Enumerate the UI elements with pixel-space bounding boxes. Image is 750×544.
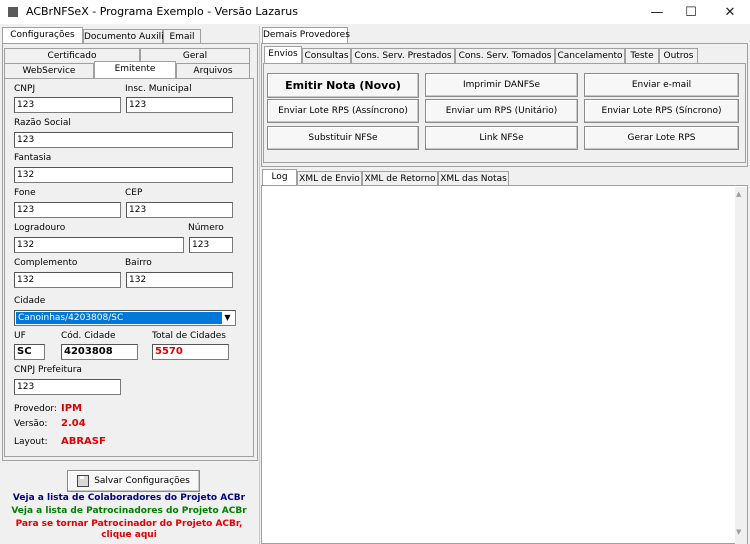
complemento-label: Complemento	[14, 258, 78, 268]
tab-xml-envio[interactable]: XML de Envio	[297, 171, 362, 186]
enviar-lote-sincrono-button[interactable]: Enviar Lote RPS (Síncrono)	[584, 99, 739, 123]
patrocinar-link-line1[interactable]: Para se tornar Patrocinador do Projeto A…	[0, 519, 258, 529]
cidade-selected-value: Canoinhas/4203808/SC	[16, 312, 222, 324]
tab-configuracoes[interactable]: Configurações	[2, 27, 83, 44]
bairro-label: Bairro	[125, 258, 152, 268]
salvar-configuracoes-button[interactable]: Salvar Configurações	[67, 470, 200, 492]
maximize-icon[interactable]: ☐	[671, 0, 711, 24]
enviar-um-rps-button[interactable]: Enviar um RPS (Unitário)	[425, 99, 578, 123]
bairro-field[interactable]: 132	[126, 272, 233, 288]
cidade-select[interactable]: Canoinhas/4203808/SC ▼	[14, 310, 236, 326]
insc-municipal-field[interactable]: 123	[126, 97, 233, 113]
tab-xml-retorno[interactable]: XML de Retorno	[362, 171, 438, 186]
uf-field[interactable]: SC	[14, 344, 45, 360]
chevron-down-icon[interactable]: ▼	[221, 312, 234, 324]
tab-cancelamento[interactable]: Cancelamento	[555, 48, 625, 63]
tab-outros[interactable]: Outros	[659, 48, 698, 63]
cnpj-field[interactable]: 123	[14, 97, 121, 113]
tab-webservice[interactable]: WebService	[4, 63, 94, 78]
window-title: ACBrNFSeX - Programa Exemplo - Versão La…	[26, 5, 298, 18]
app-icon	[8, 7, 18, 17]
cidade-label: Cidade	[14, 296, 46, 306]
cod-cidade-field[interactable]: 4203808	[61, 344, 138, 360]
close-icon[interactable]: ✕	[710, 0, 750, 24]
cep-field[interactable]: 123	[126, 202, 233, 218]
fantasia-field[interactable]: 132	[14, 167, 233, 183]
logradouro-label: Logradouro	[14, 223, 66, 233]
total-cidades-label: Total de Cidades	[152, 331, 226, 341]
splitter[interactable]	[259, 26, 260, 544]
patrocinar-link-line2[interactable]: clique aqui	[0, 530, 258, 540]
fone-label: Fone	[14, 188, 36, 198]
provedor-value: IPM	[61, 403, 83, 414]
scroll-up-icon[interactable]: ▲	[736, 190, 741, 198]
tab-log[interactable]: Log	[262, 169, 297, 186]
patrocinadores-link[interactable]: Veja a lista de Patrocinadores do Projet…	[0, 506, 258, 516]
colaboradores-link[interactable]: Veja a lista de Colaboradores do Projeto…	[0, 493, 258, 503]
logradouro-field[interactable]: 132	[14, 237, 184, 253]
link-nfse-button[interactable]: Link NFSe	[425, 126, 578, 150]
fantasia-label: Fantasia	[14, 153, 52, 163]
gerar-lote-rps-button[interactable]: Gerar Lote RPS	[584, 126, 739, 150]
uf-label: UF	[14, 331, 26, 341]
tab-envios[interactable]: Envios	[264, 46, 302, 63]
razao-social-field[interactable]: 123	[14, 132, 233, 148]
cnpj-prefeitura-field[interactable]: 123	[14, 379, 121, 395]
emitir-nota-button[interactable]: Emitir Nota (Novo)	[267, 73, 419, 98]
log-scrollbar[interactable]	[735, 187, 747, 544]
imprimir-danfse-button[interactable]: Imprimir DANFSe	[425, 73, 578, 97]
tab-cons-serv-tomados[interactable]: Cons. Serv. Tomados	[455, 48, 555, 63]
cod-cidade-label: Cód. Cidade	[61, 331, 116, 341]
total-cidades-field[interactable]: 5570	[152, 344, 229, 360]
provedor-label: Provedor:	[14, 404, 57, 414]
enviar-lote-assincrono-button[interactable]: Enviar Lote RPS (Assíncrono)	[267, 99, 419, 123]
salvar-configuracoes-label: Salvar Configurações	[94, 476, 190, 486]
save-icon	[77, 475, 90, 487]
tab-email[interactable]: Email	[163, 29, 201, 44]
tab-documento-auxiliar[interactable]: Documento Auxiliar	[83, 29, 173, 44]
tab-emitente[interactable]: Emitente	[94, 61, 176, 78]
complemento-field[interactable]: 132	[14, 272, 121, 288]
cnpj-prefeitura-label: CNPJ Prefeitura	[14, 365, 82, 375]
log-memo[interactable]	[261, 185, 748, 544]
tab-xml-notas[interactable]: XML das Notas	[438, 171, 509, 186]
layout-label: Layout:	[14, 437, 48, 447]
versao-label: Versão:	[14, 419, 48, 429]
razao-social-label: Razão Social	[14, 118, 71, 128]
cep-label: CEP	[125, 188, 143, 198]
tab-teste[interactable]: Teste	[625, 48, 659, 63]
enviar-email-button[interactable]: Enviar e-mail	[584, 73, 739, 97]
cnpj-label: CNPJ	[14, 84, 36, 94]
substituir-nfse-button[interactable]: Substituir NFSe	[267, 126, 419, 150]
fone-field[interactable]: 123	[14, 202, 121, 218]
scroll-down-icon[interactable]: ▼	[736, 528, 741, 536]
tab-cons-serv-prestados[interactable]: Cons. Serv. Prestados	[351, 48, 455, 63]
insc-municipal-label: Insc. Municipal	[125, 84, 192, 94]
numero-label: Número	[188, 223, 224, 233]
versao-value: 2.04	[61, 418, 86, 429]
tab-arquivos[interactable]: Arquivos	[176, 63, 250, 78]
layout-value: ABRASF	[61, 436, 106, 447]
numero-field[interactable]: 123	[189, 237, 233, 253]
tab-consultas[interactable]: Consultas	[302, 48, 351, 63]
tab-demais-provedores[interactable]: Demais Provedores	[262, 27, 350, 44]
